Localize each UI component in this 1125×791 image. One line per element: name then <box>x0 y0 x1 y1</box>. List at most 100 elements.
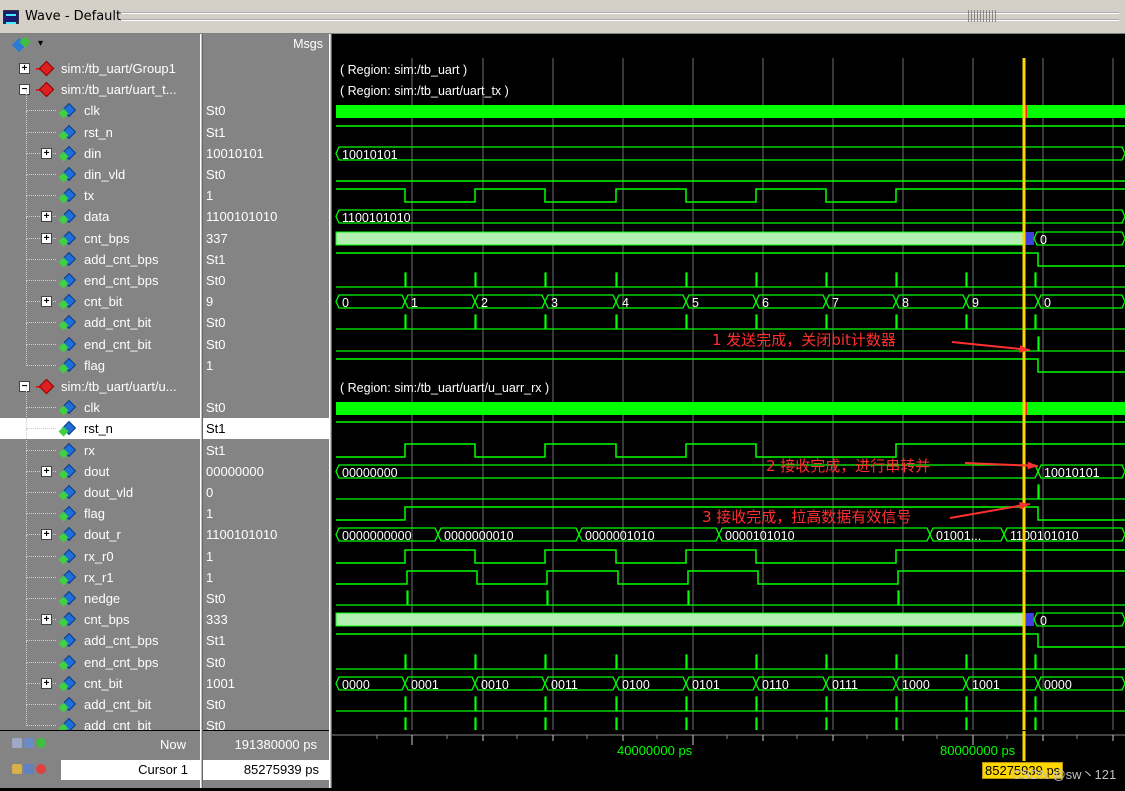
timeline-pane[interactable]: 40000000 ps 80000000 ps 85275939 ps CSDN… <box>332 731 1125 788</box>
signal-value-row[interactable] <box>203 376 329 397</box>
signal-value-row[interactable]: 1001 <box>203 673 329 694</box>
bus-value-label: 1100101010 <box>342 211 411 225</box>
signal-value-row[interactable]: 333 <box>203 609 329 630</box>
signal-name: din <box>84 146 102 161</box>
signal-name: data <box>84 209 110 224</box>
signal-value-row[interactable] <box>203 79 329 100</box>
signal-value-row[interactable]: 1 <box>203 185 329 206</box>
signal-value-row[interactable]: St1 <box>203 630 329 651</box>
annotation-arrow <box>951 341 1031 351</box>
lock-icon[interactable] <box>12 764 22 774</box>
bus-value-label: 3 <box>551 296 558 310</box>
tree-line <box>26 259 56 281</box>
signal-icon <box>58 336 77 353</box>
signal-value-row[interactable]: 1 <box>203 503 329 524</box>
bus-value-label: 7 <box>832 296 839 310</box>
tree-line <box>26 323 56 345</box>
signal-icon <box>58 505 77 522</box>
bus-value-label: 0100 <box>622 678 650 692</box>
signal-name: dout <box>84 464 110 479</box>
signal-value-row[interactable]: 1 <box>203 567 329 588</box>
bus-segment <box>1033 231 1125 246</box>
bottom-values-pane: 191380000 ps 85275939 ps <box>203 731 329 788</box>
signal-value: St0 <box>206 591 226 606</box>
tree-line <box>26 535 56 557</box>
digital-wave <box>336 188 1125 203</box>
bus-dense-fill <box>335 612 1025 627</box>
signal-value-row[interactable] <box>203 58 329 79</box>
signal-value-row[interactable]: 1 <box>203 546 329 567</box>
pulse-wave <box>336 314 1125 330</box>
bus-value-label: 9 <box>972 296 979 310</box>
add-wave-icon[interactable] <box>11 36 32 53</box>
bus-value-label: 0 <box>1044 296 1051 310</box>
timeline-ruler[interactable] <box>332 731 1125 788</box>
signal-value-row[interactable]: St1 <box>203 440 329 461</box>
pulse-wave <box>336 484 1125 500</box>
signal-name: rst_n <box>84 125 113 140</box>
window-title-bar[interactable]: Wave - Default <box>0 0 1125 34</box>
bus-value-label: 0000000010 <box>444 529 514 543</box>
signal-row[interactable]: flag <box>0 344 200 376</box>
digital-wave <box>336 549 1125 564</box>
signal-value-row[interactable]: 9 <box>203 291 329 312</box>
signal-group-row[interactable]: + sim:/tb_uart/Group1 <box>0 58 200 79</box>
signal-value: 1001 <box>206 676 235 691</box>
signal-value-row[interactable]: 337 <box>203 228 329 249</box>
signal-name: rst_n <box>84 421 113 436</box>
pencil-icon[interactable] <box>24 764 34 774</box>
pulse-wave <box>404 717 1037 730</box>
cursor-name[interactable]: Cursor 1 <box>61 760 200 780</box>
signal-value: 10010101 <box>206 146 264 161</box>
chevron-down-icon[interactable]: ▾ <box>38 38 43 49</box>
waveform-pane[interactable]: ( Region: sim:/tb_uart ) ( Region: sim:/t… <box>332 58 1125 730</box>
signal-value-row[interactable]: St1 <box>203 418 329 439</box>
tree-line <box>26 407 56 429</box>
bus-value-label: 1001 <box>972 678 1000 692</box>
window-title: Wave - Default <box>25 9 122 24</box>
expand-icon[interactable]: + <box>19 63 30 74</box>
signal-value-row[interactable]: St0 <box>203 652 329 673</box>
signal-value-row[interactable]: St0 <box>203 588 329 609</box>
signal-value-row[interactable]: 1100101010 <box>203 206 329 227</box>
clock-wave <box>336 105 1125 118</box>
region-label: ( Region: sim:/tb_uart ) <box>340 63 467 77</box>
signal-value-row[interactable]: St0 <box>203 334 329 355</box>
signal-value-row[interactable]: 00000000 <box>203 461 329 482</box>
signal-value-row[interactable]: 0 <box>203 482 329 503</box>
add-cursor-icon[interactable] <box>36 738 46 748</box>
region-label: ( Region: sim:/tb_uart/uart_tx ) <box>340 84 509 98</box>
waveform-canvas[interactable]: ( Region: sim:/tb_uart ) ( Region: sim:/t… <box>332 58 1125 730</box>
signal-names-header: ▾ <box>0 34 200 58</box>
cursor-value[interactable]: 85275939 ps <box>203 760 329 780</box>
bus-value-label: 0000 <box>342 678 370 692</box>
signal-value-row[interactable]: 1 <box>203 355 329 376</box>
signal-value: St1 <box>206 443 226 458</box>
signal-row[interactable]: add_cnt_bit <box>0 704 200 730</box>
pulse-wave <box>336 272 1125 288</box>
bus-value-label: 0110 <box>762 678 789 692</box>
tree-line <box>26 556 56 578</box>
bus-value-label: 01001... <box>936 529 981 543</box>
signal-value-row[interactable]: St0 <box>203 312 329 333</box>
signal-value-row[interactable]: St1 <box>203 122 329 143</box>
signal-value-row[interactable]: St0 <box>203 397 329 418</box>
tree-line <box>26 619 56 641</box>
signal-value-row[interactable]: 1100101010 <box>203 524 329 545</box>
delete-cursor-icon[interactable] <box>36 764 46 774</box>
signal-value-row[interactable]: St1 <box>203 249 329 270</box>
signal-value-row[interactable]: St0 <box>203 694 329 715</box>
signal-icon <box>58 654 77 671</box>
cursor-icon[interactable] <box>12 738 22 748</box>
signal-value-row[interactable]: St0 <box>203 270 329 291</box>
drag-handle-icon[interactable] <box>968 10 998 22</box>
signal-value-row[interactable]: St0 <box>203 100 329 121</box>
wave-window-icon <box>3 10 19 24</box>
signal-value-row[interactable]: 10010101 <box>203 143 329 164</box>
signal-value-row[interactable]: St0 <box>203 164 329 185</box>
signal-value: St1 <box>206 125 226 140</box>
pulse-wave <box>336 654 1125 670</box>
monitor-icon[interactable] <box>24 738 34 748</box>
signal-icon <box>58 166 77 183</box>
signal-value-row[interactable]: St0 <box>203 715 329 730</box>
